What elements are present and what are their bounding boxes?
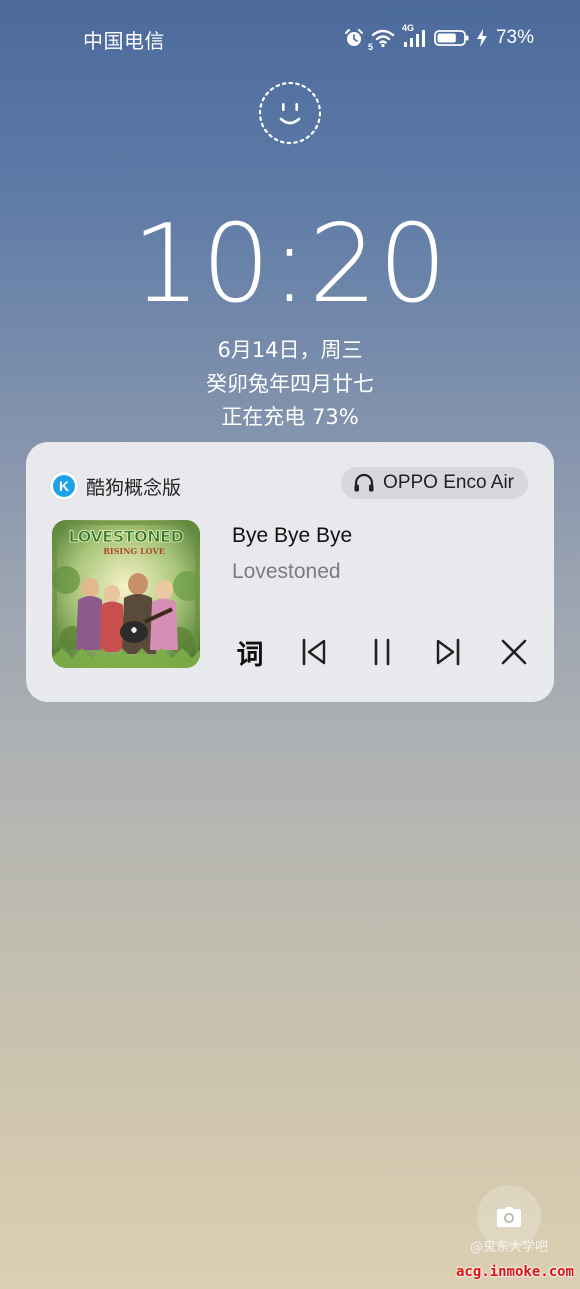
date-block: 6月14日，周三 癸卯兔年四月廿七 正在充电 73%	[0, 334, 580, 435]
4g-signal-icon: 4G	[402, 23, 428, 49]
song-title: Bye Bye Bye	[232, 524, 353, 547]
face-unlock-icon[interactable]	[257, 80, 323, 146]
pause-button[interactable]	[364, 632, 400, 672]
headphones-icon	[354, 473, 374, 492]
close-icon	[501, 639, 527, 665]
media-app-name: 酷狗概念版	[86, 476, 182, 499]
next-icon	[436, 638, 460, 666]
wifi-icon: 5	[367, 27, 396, 52]
charging-status-text: 正在充电 73%	[221, 405, 359, 429]
battery-percent: 73%	[495, 27, 534, 48]
battery-icon	[434, 28, 470, 48]
camera-icon	[497, 1207, 521, 1227]
lunar-date-text: 癸卯兔年四月廿七	[206, 371, 374, 396]
album-art-subtitle: RISING LOVE	[103, 546, 165, 556]
carrier-name: 中国电信	[83, 29, 165, 53]
network-badge: 4G	[401, 23, 414, 33]
watermark-faint-text: @鬼东大学吧	[470, 1240, 549, 1255]
lock-screen-clock: 10:20	[131, 202, 449, 327]
song-artist: Lovestoned	[232, 560, 341, 583]
output-device-name: OPPO Enco Air	[383, 472, 514, 493]
previous-icon	[302, 638, 326, 666]
status-bar: 中国电信 5 4G 73%	[0, 0, 580, 78]
app-icon-letter: K	[53, 475, 75, 497]
album-art-title: LOVESTONED	[69, 527, 184, 546]
playback-controls: 词	[232, 632, 532, 672]
watermark-site-text: acg.inmoke.com	[455, 1264, 574, 1280]
wifi-badge: 5	[367, 42, 373, 52]
close-player-button[interactable]	[496, 632, 532, 672]
status-icons: 5 4G 73%	[344, 22, 534, 54]
date-text: 6月14日，周三	[217, 338, 363, 362]
album-art[interactable]: LOVESTONED RISING LOVE	[52, 520, 200, 668]
pause-icon	[374, 638, 390, 666]
media-app-header: K 酷狗概念版	[50, 472, 181, 500]
charging-bolt-icon	[476, 28, 488, 48]
alarm-icon	[344, 28, 364, 48]
media-player-card[interactable]: K 酷狗概念版 OPPO Enco Air LOVESTONED RISING …	[26, 442, 554, 702]
kugou-app-icon: K	[50, 472, 78, 500]
audio-output-device-button[interactable]: OPPO Enco Air	[341, 467, 528, 499]
next-track-button[interactable]	[430, 632, 466, 672]
previous-track-button[interactable]	[296, 632, 332, 672]
lyrics-button[interactable]: 词	[232, 632, 268, 672]
